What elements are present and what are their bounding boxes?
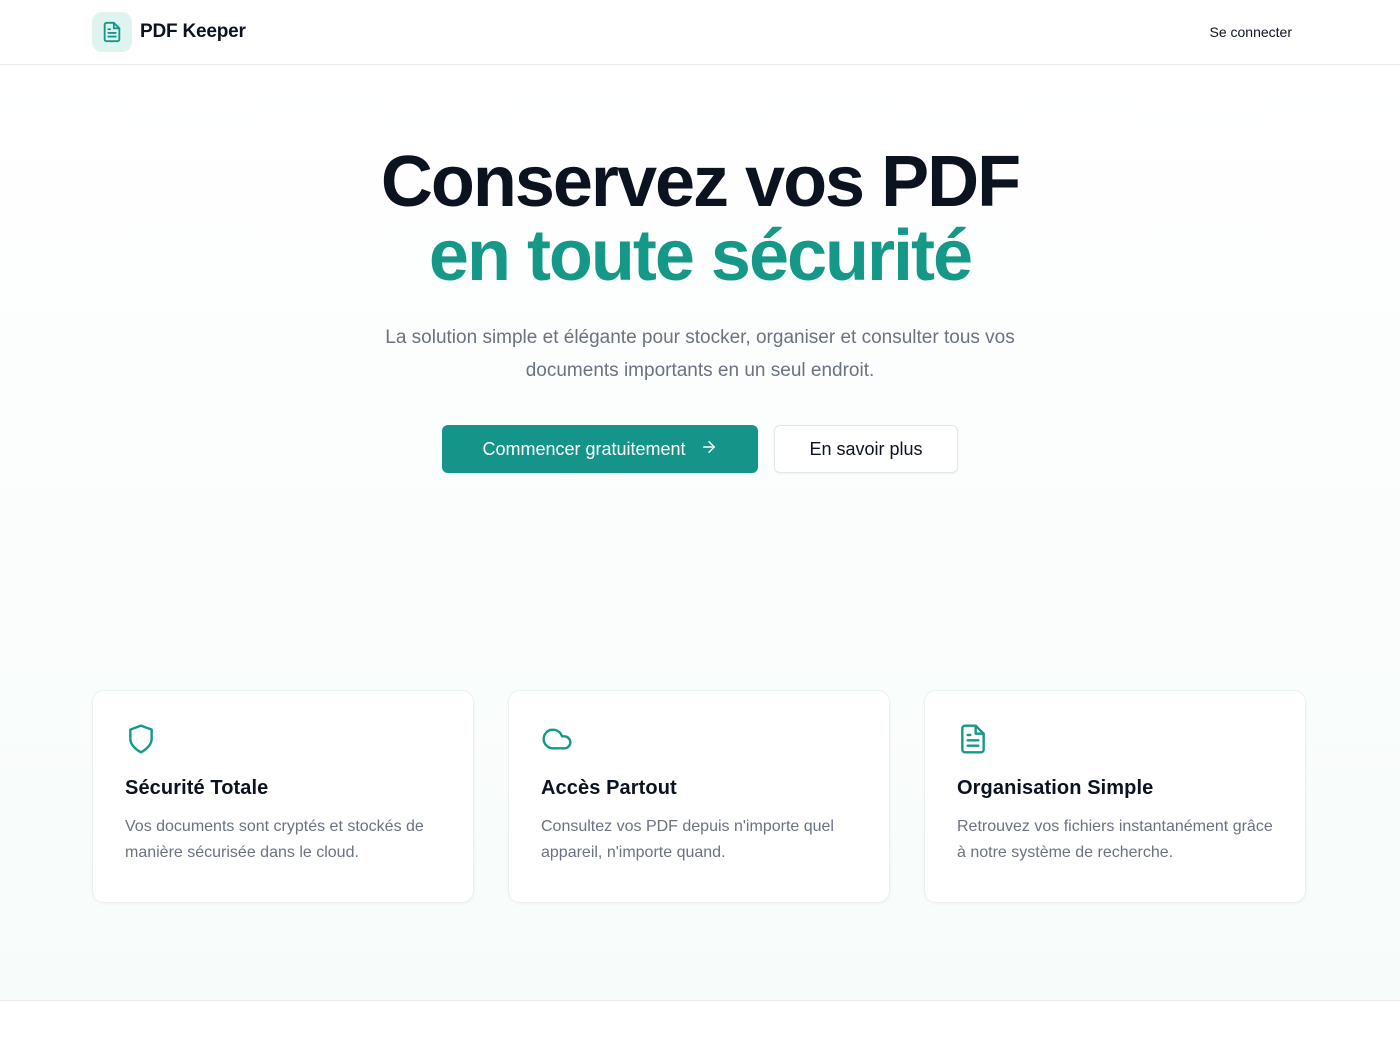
start-free-button[interactable]: Commencer gratuitement (442, 425, 758, 473)
feature-title: Accès Partout (541, 777, 677, 799)
cta-group: Commencer gratuitement En savoir plus (0, 425, 1400, 473)
landing-page: Conservez vos PDF en toute sécurité La s… (0, 65, 1400, 1001)
feature-card-security: Sécurité Totale Vos documents sont crypt… (92, 690, 474, 903)
file-text-icon (957, 723, 989, 755)
start-free-label: Commencer gratuitement (482, 438, 686, 459)
feature-card-access: Accès Partout Consultez vos PDF depuis n… (508, 690, 890, 903)
feature-title: Organisation Simple (957, 777, 1154, 799)
cloud-icon (541, 723, 573, 755)
arrow-right-icon (700, 438, 718, 461)
hero-section: Conservez vos PDF en toute sécurité La s… (0, 65, 1400, 473)
hero-title-accent: en toute sécurité (428, 216, 973, 296)
file-text-icon (92, 12, 132, 52)
brand-logo[interactable]: PDF Keeper (92, 12, 246, 52)
feature-text: Vos documents sont cryptés et stockés de… (125, 818, 424, 861)
feature-text: Consultez vos PDF depuis n'importe quel … (541, 818, 834, 861)
learn-more-button[interactable]: En savoir plus (774, 425, 958, 473)
hero-subtitle: La solution simple et élégante pour stoc… (385, 327, 1015, 381)
feature-title: Sécurité Totale (125, 777, 269, 799)
feature-text: Retrouvez vos fichiers instantanément gr… (957, 818, 1273, 861)
top-nav: PDF Keeper Se connecter (0, 0, 1400, 65)
footer-divider (0, 1000, 1400, 1001)
hero-title: Conservez vos PDF en toute sécurité (0, 145, 1400, 293)
feature-card-organisation: Organisation Simple Retrouvez vos fichie… (924, 690, 1306, 903)
shield-icon (125, 723, 157, 755)
brand-name: PDF Keeper (140, 21, 246, 42)
features-section: Sécurité Totale Vos documents sont crypt… (92, 690, 1306, 903)
hero-title-line1: Conservez vos PDF (380, 142, 1021, 222)
login-button[interactable]: Se connecter (1210, 24, 1293, 40)
